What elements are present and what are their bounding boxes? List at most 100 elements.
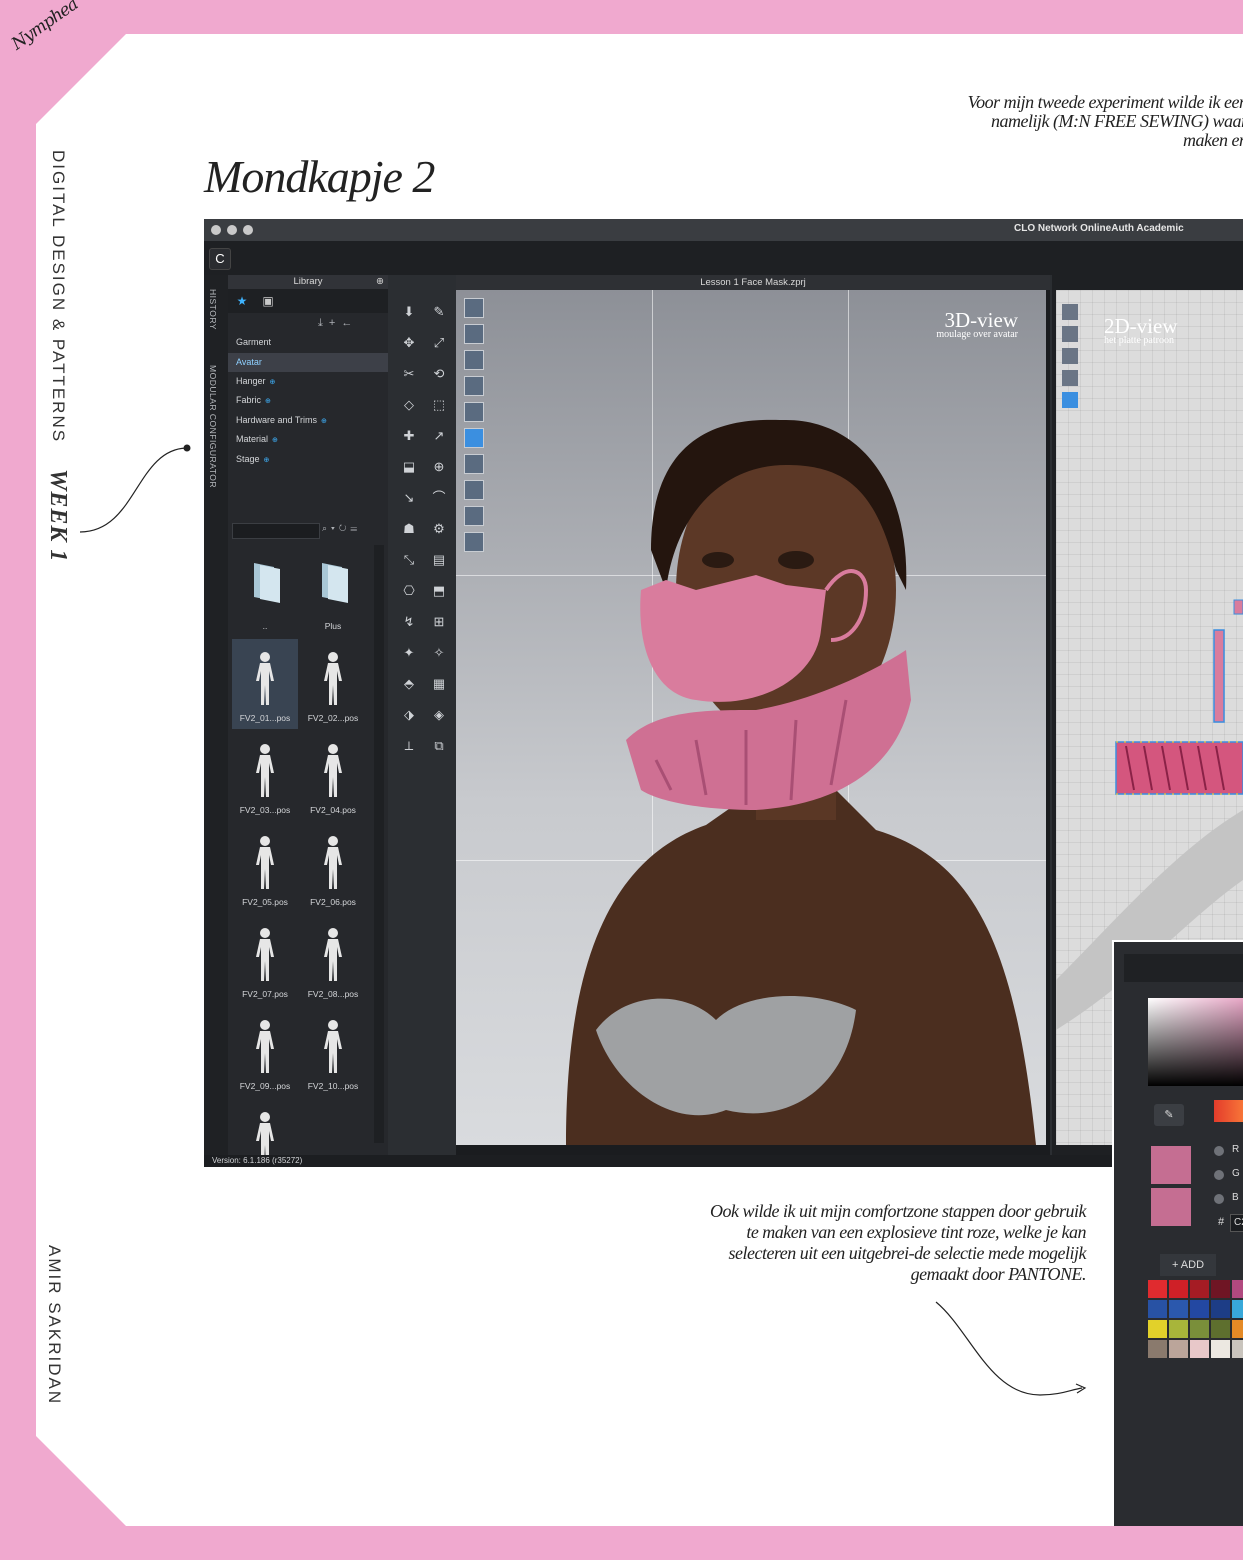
refresh-icon[interactable]: ↻ [339, 523, 351, 533]
hex-input[interactable]: C2 [1230, 1214, 1243, 1232]
tool-icon[interactable]: ▦ [430, 675, 448, 693]
palette-swatch[interactable] [1232, 1280, 1243, 1298]
palette-swatch[interactable] [1148, 1320, 1167, 1338]
palette-swatch[interactable] [1148, 1280, 1167, 1298]
search-icon[interactable]: ⌕ [322, 523, 331, 533]
tool-icon[interactable]: ▤ [430, 551, 448, 569]
library-thumbnail[interactable]: FV2_02...pos [300, 639, 366, 729]
library-thumbnail[interactable]: FV2_06.pos [300, 823, 366, 913]
tool-icon[interactable]: ✎ [430, 303, 448, 321]
view-tool-icon[interactable] [464, 532, 484, 552]
radio-g[interactable] [1214, 1170, 1224, 1180]
palette-swatch[interactable] [1211, 1300, 1230, 1318]
palette-swatch[interactable] [1211, 1340, 1230, 1358]
palette-swatch[interactable] [1232, 1340, 1243, 1358]
library-thumbnail[interactable]: FV2_04.pos [300, 731, 366, 821]
clipboard-icon[interactable]: ▣ [258, 292, 278, 310]
palette-swatch[interactable] [1169, 1280, 1188, 1298]
view-tool-icon[interactable] [464, 506, 484, 526]
tool-icon[interactable]: ⤡ [400, 551, 418, 569]
window-close-button[interactable] [211, 225, 221, 235]
tool-icon[interactable]: ⬗ [400, 706, 418, 724]
tool-icon[interactable]: ✂ [400, 365, 418, 383]
palette-swatch[interactable] [1211, 1320, 1230, 1338]
palette-swatch[interactable] [1190, 1300, 1209, 1318]
tool-icon[interactable]: ✧ [430, 644, 448, 662]
library-item-stage[interactable]: Stage ⊕ [228, 450, 388, 469]
tool-icon[interactable]: ↯ [400, 613, 418, 631]
palette-swatch[interactable] [1190, 1280, 1209, 1298]
view-tool-icon[interactable] [464, 454, 484, 474]
tool-icon[interactable]: ⬓ [400, 458, 418, 476]
tool-icon[interactable]: ◇ [400, 396, 418, 414]
library-thumbnail[interactable]: .. [232, 547, 298, 637]
view-tool-icon[interactable] [464, 324, 484, 344]
palette-swatch[interactable] [1190, 1320, 1209, 1338]
palette-swatch[interactable] [1190, 1340, 1209, 1358]
tool-icon[interactable]: ↗ [430, 427, 448, 445]
tool-icon[interactable]: ⊕ [430, 458, 448, 476]
palette-swatch[interactable] [1169, 1320, 1188, 1338]
view-tool-icon[interactable] [464, 480, 484, 500]
eyedropper-icon[interactable]: ✎ [1154, 1104, 1184, 1126]
library-thumbnail[interactable]: FV2_01...pos [232, 639, 298, 729]
window-minimize-button[interactable] [227, 225, 237, 235]
tool-icon[interactable]: ⟂ [400, 737, 418, 755]
library-search-input[interactable] [232, 523, 320, 539]
add-color-button[interactable]: + ADD [1160, 1254, 1216, 1276]
library-thumbnail[interactable]: FV2_03...pos [232, 731, 298, 821]
library-thumbnail[interactable]: FV2_10...pos [300, 1007, 366, 1097]
library-thumbnail[interactable]: Plus [300, 547, 366, 637]
tool-icon[interactable]: ⬚ [430, 396, 448, 414]
tool-icon[interactable]: ✦ [400, 644, 418, 662]
library-item-fabric[interactable]: Fabric ⊕ [228, 391, 388, 410]
library-thumbnail[interactable]: FV2_09...pos [232, 1007, 298, 1097]
tool-icon[interactable]: ⚙ [430, 520, 448, 538]
library-thumbnail[interactable]: FV2_07.pos [232, 915, 298, 1005]
view-tool-icon[interactable] [464, 298, 484, 318]
saturation-field[interactable] [1148, 998, 1243, 1086]
tool-icon[interactable]: ⧉ [430, 737, 448, 755]
palette-swatch[interactable] [1232, 1300, 1243, 1318]
tab-history[interactable]: HISTORY [208, 289, 218, 330]
palette-swatch[interactable] [1148, 1300, 1167, 1318]
palette-swatch[interactable] [1169, 1340, 1188, 1358]
clo-logo-icon[interactable]: C [209, 248, 231, 270]
chevron-down-icon[interactable]: ▾ [331, 523, 339, 533]
library-item-garment[interactable]: Garment [228, 333, 388, 352]
palette-swatch[interactable] [1232, 1320, 1243, 1338]
back-icon[interactable]: ← [341, 317, 358, 329]
radio-r[interactable] [1214, 1146, 1224, 1156]
tab-modular-configurator[interactable]: MODULAR CONFIGURATOR [208, 365, 218, 488]
view-tool-icon[interactable] [464, 402, 484, 422]
tool-icon[interactable]: ⬘ [400, 675, 418, 693]
library-item-material[interactable]: Material ⊕ [228, 430, 388, 449]
add-icon[interactable]: + [329, 317, 341, 329]
tool-icon[interactable]: ✥ [400, 334, 418, 352]
tool-icon[interactable]: ⎔ [400, 582, 418, 600]
tool-icon[interactable]: ⊞ [430, 613, 448, 631]
library-item-hardware[interactable]: Hardware and Trims ⊕ [228, 411, 388, 430]
radio-b[interactable] [1214, 1194, 1224, 1204]
tool-icon[interactable]: ✚ [400, 427, 418, 445]
library-scrollbar[interactable] [374, 545, 384, 1143]
tool-icon[interactable]: ⬇ [400, 303, 418, 321]
library-item-avatar[interactable]: Avatar [228, 353, 388, 372]
library-pin-icon[interactable]: ⊕ [376, 275, 384, 289]
library-thumbnail[interactable]: FV2_05.pos [232, 823, 298, 913]
view-tool-icon[interactable] [464, 376, 484, 396]
palette-swatch[interactable] [1169, 1300, 1188, 1318]
favorites-star-icon[interactable]: ★ [232, 292, 252, 310]
hue-slider[interactable] [1214, 1100, 1243, 1122]
view-tool-icon[interactable] [464, 350, 484, 370]
tool-icon[interactable]: ⟲ [430, 365, 448, 383]
palette-swatch[interactable] [1148, 1340, 1167, 1358]
tool-icon[interactable]: ◈ [430, 706, 448, 724]
tool-icon[interactable]: ☗ [400, 520, 418, 538]
tool-icon[interactable]: ⌒ [430, 489, 448, 507]
view-tool-icon[interactable] [464, 428, 484, 448]
download-icon[interactable]: ⤓ [318, 317, 329, 329]
3d-canvas[interactable]: 3D-view moulage over avatar [456, 290, 1046, 1145]
list-view-icon[interactable]: ☰ [350, 523, 361, 533]
library-thumbnail[interactable]: FV2_08...pos [300, 915, 366, 1005]
